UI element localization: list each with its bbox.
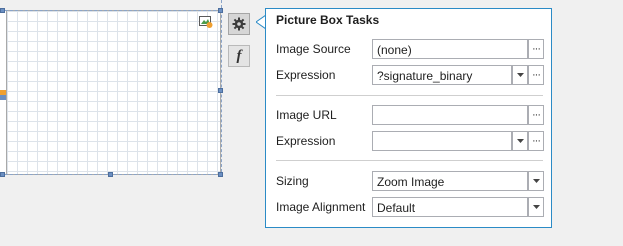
chevron-down-icon [532, 179, 540, 183]
expression-field-2[interactable] [372, 131, 512, 151]
resize-handle-bottom-right[interactable] [218, 172, 223, 177]
function-icon: f [236, 47, 242, 64]
selection-outline-top [0, 10, 221, 12]
image-source-label: Image Source [276, 42, 351, 56]
image-url-field[interactable] [372, 105, 528, 125]
chevron-down-icon [516, 139, 524, 143]
sizing-select[interactable]: Zoom Image [372, 171, 528, 191]
design-surface [0, 0, 228, 185]
image-url-label: Image URL [276, 108, 337, 122]
expression-dropdown-2[interactable] [512, 131, 528, 151]
separator [276, 95, 543, 96]
image-alignment-dropdown-button[interactable] [528, 197, 544, 217]
image-url-browse-button[interactable]: ··· [528, 105, 544, 125]
image-alignment-select[interactable]: Default [372, 197, 528, 217]
expression-dropdown-1[interactable] [512, 65, 528, 85]
image-source-browse-button[interactable]: ··· [528, 39, 544, 59]
sizing-row: Sizing Zoom Image [276, 171, 544, 191]
expression-row-1: Expression ?signature_binary ··· [276, 65, 544, 85]
picture-icon [199, 16, 213, 28]
chevron-down-icon [532, 205, 540, 209]
image-source-field[interactable]: (none) [372, 39, 528, 59]
separator [276, 160, 543, 161]
chevron-down-icon [516, 73, 524, 77]
sizing-dropdown-button[interactable] [528, 171, 544, 191]
image-url-row: Image URL ··· [276, 105, 544, 125]
resize-handle-top-right[interactable] [218, 8, 223, 13]
resize-handle-bottom-middle[interactable] [108, 172, 113, 177]
expression-editor-button-1[interactable]: ··· [528, 65, 544, 85]
picture-box-tasks-panel: Picture Box Tasks Image Source (none) ··… [265, 8, 552, 228]
image-source-row: Image Source (none) ··· [276, 39, 544, 59]
resize-handle-bottom-left[interactable] [0, 172, 5, 177]
smart-tag-button[interactable] [228, 13, 250, 35]
expression-button[interactable]: f [228, 45, 250, 67]
expression-label-1: Expression [276, 68, 336, 82]
expression-field-1[interactable]: ?signature_binary [372, 65, 512, 85]
image-alignment-row: Image Alignment Default [276, 197, 544, 217]
sizing-label: Sizing [276, 174, 309, 188]
gear-icon [232, 17, 246, 31]
image-alignment-label: Image Alignment [276, 200, 366, 214]
picture-box-control[interactable] [6, 10, 221, 175]
resize-handle-top-left[interactable] [0, 8, 5, 13]
expression-row-2: Expression ··· [276, 131, 544, 151]
panel-title: Picture Box Tasks [276, 13, 380, 27]
expression-label-2: Expression [276, 134, 336, 148]
expression-editor-button-2[interactable]: ··· [528, 131, 544, 151]
resize-handle-middle-right[interactable] [218, 88, 223, 93]
